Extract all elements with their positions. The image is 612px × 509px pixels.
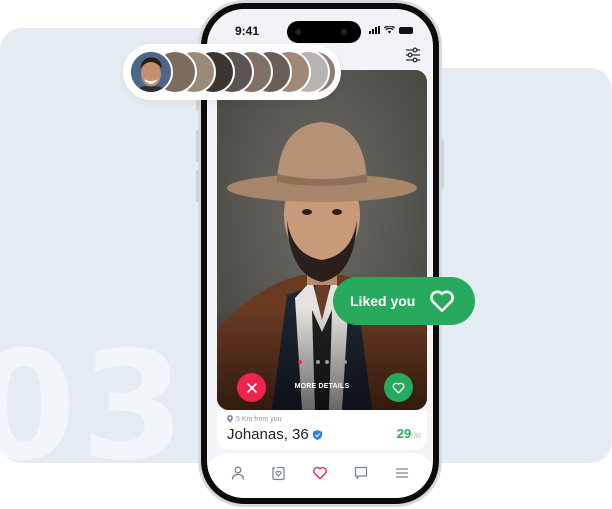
match-total: /36 — [411, 433, 421, 440]
page-dot[interactable] — [333, 360, 338, 364]
profile-info: 5 Km from you Johanas, 36 29/36 — [217, 410, 427, 450]
tab-chat[interactable] — [351, 463, 371, 483]
liked-you-label: Liked you — [350, 293, 416, 309]
step-number: 03 — [0, 320, 189, 494]
heart-icon — [392, 382, 405, 394]
dynamic-island — [287, 21, 361, 43]
tab-likes[interactable] — [310, 463, 330, 483]
status-time: 9:41 — [235, 24, 260, 38]
photo-pagination — [217, 360, 427, 364]
liked-you-badge: Liked you — [333, 277, 475, 325]
chat-icon — [355, 466, 368, 480]
volume-down-button — [196, 170, 199, 202]
volume-up-button — [196, 130, 199, 162]
profile-photo — [217, 70, 427, 410]
match-value: 29 — [396, 426, 412, 441]
signal-icon — [369, 26, 380, 34]
heart-icon — [313, 466, 327, 480]
tab-menu[interactable] — [392, 463, 412, 483]
tab-profile[interactable] — [228, 463, 248, 483]
story-avatar[interactable] — [129, 50, 173, 94]
avatar-photo — [131, 52, 171, 92]
sliders-icon[interactable] — [405, 47, 421, 63]
battery-icon — [399, 26, 413, 34]
match-score: 29/36 — [397, 426, 421, 441]
bottom-tab-bar — [207, 453, 433, 498]
name-age: Johanas, 36 — [227, 426, 309, 443]
heart-icon — [430, 290, 455, 313]
stories-strip — [123, 44, 341, 100]
distance-text: 5 Km from you — [236, 415, 282, 423]
verified-badge-icon — [312, 429, 322, 440]
status-bar: 9:41 — [207, 21, 433, 43]
distance-label: 5 Km from you — [227, 415, 282, 423]
stage: 03 9:41 MORE DETAILS 5 Km from you Johan… — [0, 0, 612, 509]
page-dot[interactable] — [342, 360, 347, 364]
power-button — [441, 140, 444, 188]
user-icon — [231, 466, 244, 480]
tab-rewind[interactable] — [269, 463, 289, 483]
rewind-heart-icon — [272, 466, 285, 480]
page-dot[interactable] — [297, 360, 302, 364]
profile-card[interactable]: MORE DETAILS — [217, 70, 427, 410]
page-dot[interactable] — [306, 360, 311, 364]
wifi-icon — [384, 26, 395, 34]
menu-icon — [396, 468, 409, 478]
page-dot[interactable] — [324, 360, 329, 364]
page-dot[interactable] — [315, 360, 320, 364]
like-button[interactable] — [384, 373, 413, 402]
profile-name: Johanas, 36 — [227, 426, 322, 443]
location-pin-icon — [227, 415, 233, 423]
